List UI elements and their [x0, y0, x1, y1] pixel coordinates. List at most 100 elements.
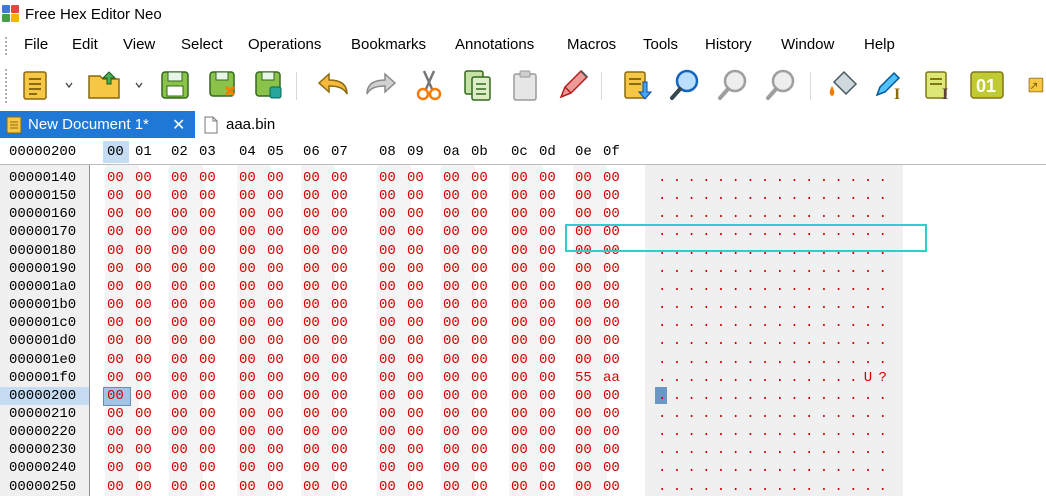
ascii-char[interactable]: .: [776, 441, 784, 459]
hex-byte[interactable]: 00: [379, 187, 396, 205]
ascii-char[interactable]: .: [702, 351, 710, 369]
hex-byte[interactable]: 00: [239, 423, 256, 441]
ascii-char[interactable]: .: [761, 260, 769, 278]
ascii-char[interactable]: .: [746, 278, 754, 296]
ascii-char[interactable]: .: [864, 205, 872, 223]
ascii-char[interactable]: .: [658, 278, 666, 296]
open-file-icon[interactable]: [86, 66, 124, 104]
hex-byte[interactable]: 00: [511, 423, 528, 441]
hex-byte[interactable]: 00: [471, 459, 488, 477]
ascii-char[interactable]: .: [746, 260, 754, 278]
ascii-char[interactable]: .: [702, 369, 710, 387]
ascii-char[interactable]: .: [761, 478, 769, 496]
hex-byte[interactable]: 00: [331, 332, 348, 350]
ascii-char[interactable]: .: [820, 351, 828, 369]
hex-byte[interactable]: 00: [379, 205, 396, 223]
hex-byte[interactable]: 00: [303, 242, 320, 260]
ascii-char[interactable]: .: [732, 459, 740, 477]
hex-byte[interactable]: 00: [199, 169, 216, 187]
hex-byte[interactable]: 00: [303, 423, 320, 441]
hex-byte[interactable]: 00: [603, 169, 620, 187]
overflow-icon[interactable]: [1028, 66, 1046, 104]
hex-byte[interactable]: 00: [303, 351, 320, 369]
ascii-char[interactable]: .: [879, 332, 887, 350]
hex-byte[interactable]: 00: [303, 314, 320, 332]
ascii-char[interactable]: .: [805, 459, 813, 477]
hex-byte[interactable]: 00: [331, 187, 348, 205]
menu-history[interactable]: History: [705, 36, 752, 53]
ascii-char[interactable]: .: [687, 205, 695, 223]
ascii-char[interactable]: .: [776, 387, 784, 405]
ascii-char[interactable]: .: [834, 387, 842, 405]
ascii-char[interactable]: .: [687, 296, 695, 314]
insert-text-icon[interactable]: I: [920, 66, 958, 104]
hex-byte[interactable]: 00: [443, 314, 460, 332]
hex-byte[interactable]: 00: [407, 296, 424, 314]
hex-byte[interactable]: 00: [107, 405, 124, 423]
hex-byte[interactable]: 00: [303, 459, 320, 477]
redo-icon[interactable]: [362, 66, 400, 104]
hex-byte[interactable]: 00: [239, 223, 256, 241]
ascii-char[interactable]: .: [776, 187, 784, 205]
hex-byte[interactable]: 00: [443, 296, 460, 314]
hex-byte[interactable]: 00: [239, 441, 256, 459]
ascii-char[interactable]: .: [746, 423, 754, 441]
hex-byte[interactable]: 00: [303, 332, 320, 350]
paste-icon[interactable]: [506, 66, 544, 104]
ascii-char[interactable]: .: [776, 405, 784, 423]
hex-byte[interactable]: 00: [511, 242, 528, 260]
hex-byte[interactable]: 00: [107, 332, 124, 350]
hex-byte[interactable]: 00: [603, 205, 620, 223]
hex-byte[interactable]: 00: [471, 205, 488, 223]
hex-byte[interactable]: 00: [603, 332, 620, 350]
hex-byte[interactable]: 00: [575, 459, 592, 477]
hex-byte[interactable]: 00: [171, 242, 188, 260]
hex-byte[interactable]: 00: [239, 459, 256, 477]
hex-byte[interactable]: 00: [443, 205, 460, 223]
hex-byte[interactable]: 00: [539, 242, 556, 260]
ascii-char[interactable]: .: [879, 405, 887, 423]
ascii-char[interactable]: .: [849, 369, 857, 387]
hex-byte[interactable]: 00: [407, 187, 424, 205]
ascii-char[interactable]: .: [864, 278, 872, 296]
ascii-char[interactable]: .: [879, 205, 887, 223]
ascii-char[interactable]: .: [687, 278, 695, 296]
hex-byte[interactable]: 00: [239, 205, 256, 223]
hex-byte[interactable]: 00: [107, 314, 124, 332]
ascii-char[interactable]: .: [879, 423, 887, 441]
hex-byte[interactable]: 00: [107, 369, 124, 387]
ascii-char[interactable]: .: [849, 405, 857, 423]
ascii-char[interactable]: .: [776, 314, 784, 332]
hex-byte[interactable]: 00: [539, 459, 556, 477]
menu-annotations[interactable]: Annotations: [455, 36, 534, 53]
ascii-char[interactable]: .: [673, 205, 681, 223]
ascii-char[interactable]: .: [790, 314, 798, 332]
ascii-char[interactable]: .: [717, 351, 725, 369]
ascii-char[interactable]: .: [717, 169, 725, 187]
ascii-char[interactable]: .: [687, 387, 695, 405]
ascii-char[interactable]: .: [776, 260, 784, 278]
hex-byte[interactable]: 00: [379, 369, 396, 387]
hex-byte[interactable]: 00: [539, 351, 556, 369]
hex-byte[interactable]: 00: [539, 332, 556, 350]
ascii-char[interactable]: .: [849, 296, 857, 314]
hex-byte[interactable]: 00: [331, 169, 348, 187]
ascii-char[interactable]: .: [732, 260, 740, 278]
hex-byte[interactable]: 00: [407, 169, 424, 187]
ascii-char[interactable]: .: [687, 332, 695, 350]
hex-byte[interactable]: 00: [379, 387, 396, 405]
hex-byte[interactable]: 00: [511, 478, 528, 496]
ascii-char[interactable]: .: [702, 260, 710, 278]
ascii-char[interactable]: .: [820, 296, 828, 314]
hex-byte[interactable]: 00: [107, 441, 124, 459]
hex-byte[interactable]: 00: [511, 296, 528, 314]
ascii-char[interactable]: .: [879, 296, 887, 314]
ascii-char[interactable]: .: [761, 387, 769, 405]
hex-byte[interactable]: 00: [267, 423, 284, 441]
new-dropdown-chevron-down-icon[interactable]: [64, 80, 74, 90]
hex-byte[interactable]: 00: [603, 405, 620, 423]
ascii-char[interactable]: .: [879, 169, 887, 187]
hex-byte[interactable]: 00: [443, 278, 460, 296]
ascii-char[interactable]: .: [834, 260, 842, 278]
ascii-char[interactable]: .: [805, 478, 813, 496]
